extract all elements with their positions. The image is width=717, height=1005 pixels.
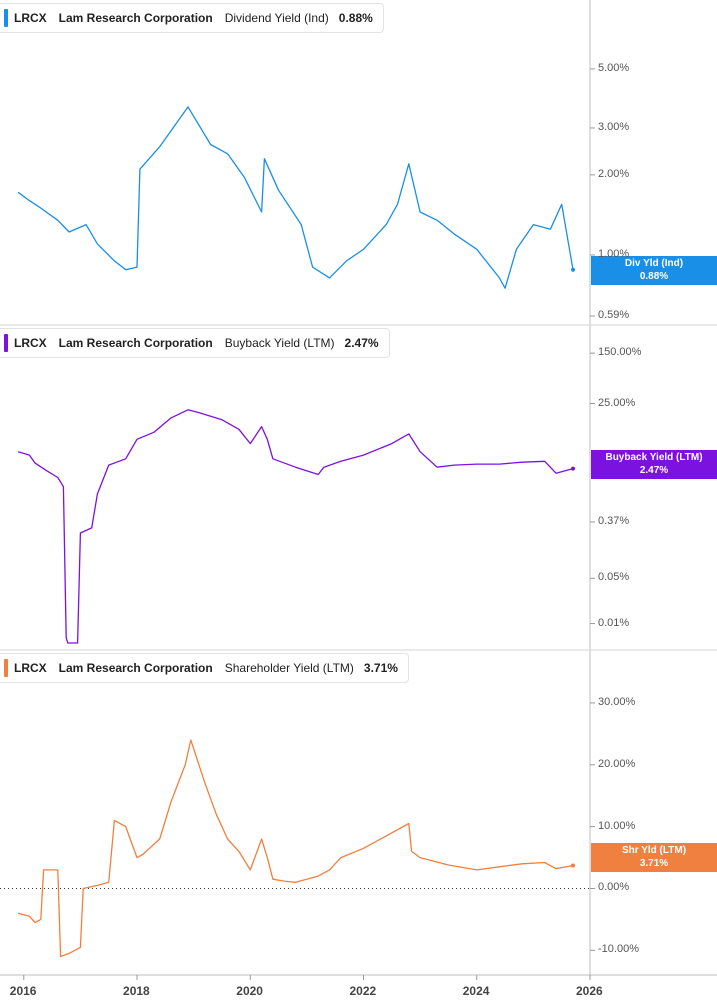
y-tick-label: 0.00% — [598, 881, 630, 894]
flag-value: 3.71% — [639, 858, 669, 869]
y-tick-label: 20.00% — [598, 757, 636, 770]
y-tick-label: 0.05% — [598, 571, 630, 584]
y-tick-label: 3.00% — [598, 120, 630, 133]
legend-color-swatch — [4, 9, 8, 27]
y-tick-label: 0.59% — [598, 308, 630, 321]
series-line-0 — [17, 106, 574, 289]
y-tick-label: 0.01% — [598, 616, 630, 629]
legend-value: 3.71% — [363, 661, 398, 675]
legend-company: Lam Research Corporation — [58, 11, 213, 25]
y-tick-label: 30.00% — [598, 695, 636, 708]
legend-buyback-yield: LRCX Lam Research Corporation Buyback Yi… — [0, 328, 390, 358]
value-flag-dividend: Div Yld (Ind) 0.88% — [591, 256, 717, 285]
y-tick-label: 150.00% — [598, 346, 642, 359]
flag-label: Buyback Yield (LTM) — [605, 452, 703, 463]
legend-metric: Buyback Yield (LTM) — [224, 336, 335, 350]
legend-value: 0.88% — [338, 11, 373, 25]
x-tick-label: 2024 — [462, 984, 490, 998]
series-end-point — [571, 267, 576, 272]
legend-ticker: LRCX — [14, 661, 47, 675]
x-tick-label: 2020 — [236, 984, 263, 998]
series-end-point — [571, 466, 576, 471]
series-line-2 — [17, 739, 574, 958]
y-tick-label: -10.00% — [598, 943, 639, 956]
y-tick-label: 0.37% — [598, 514, 630, 527]
x-tick-label: 2016 — [9, 984, 37, 998]
value-flag-shareholder: Shr Yld (LTM) 3.71% — [591, 843, 717, 872]
legend-metric: Dividend Yield (Ind) — [224, 11, 329, 25]
legend-metric: Shareholder Yield (LTM) — [224, 661, 354, 675]
legend-company: Lam Research Corporation — [58, 336, 213, 350]
flag-value: 0.88% — [639, 271, 669, 282]
flag-value: 2.47% — [639, 465, 669, 476]
series-line-1 — [17, 409, 574, 644]
legend-value: 2.47% — [344, 336, 379, 350]
value-flag-buyback: Buyback Yield (LTM) 2.47% — [591, 450, 717, 479]
y-tick-label: 5.00% — [598, 61, 630, 74]
legend-shareholder-yield: LRCX Lam Research Corporation Shareholde… — [0, 653, 409, 683]
y-tick-label: 2.00% — [598, 167, 630, 180]
flag-label: Shr Yld (LTM) — [621, 845, 687, 856]
legend-ticker: LRCX — [14, 336, 47, 350]
legend-color-swatch — [4, 334, 8, 352]
x-tick-label: 2018 — [123, 984, 150, 998]
legend-dividend-yield: LRCX Lam Research Corporation Dividend Y… — [0, 3, 384, 33]
x-tick-label: 2026 — [576, 984, 603, 998]
y-tick-label: 1.00% — [598, 247, 630, 260]
y-tick-label: 25.00% — [598, 396, 636, 409]
x-tick-label: 2022 — [349, 984, 377, 998]
series-end-point — [571, 863, 576, 868]
legend-ticker: LRCX — [14, 11, 47, 25]
y-tick-label: 10.00% — [598, 819, 636, 832]
legend-company: Lam Research Corporation — [58, 661, 213, 675]
legend-color-swatch — [4, 659, 8, 677]
